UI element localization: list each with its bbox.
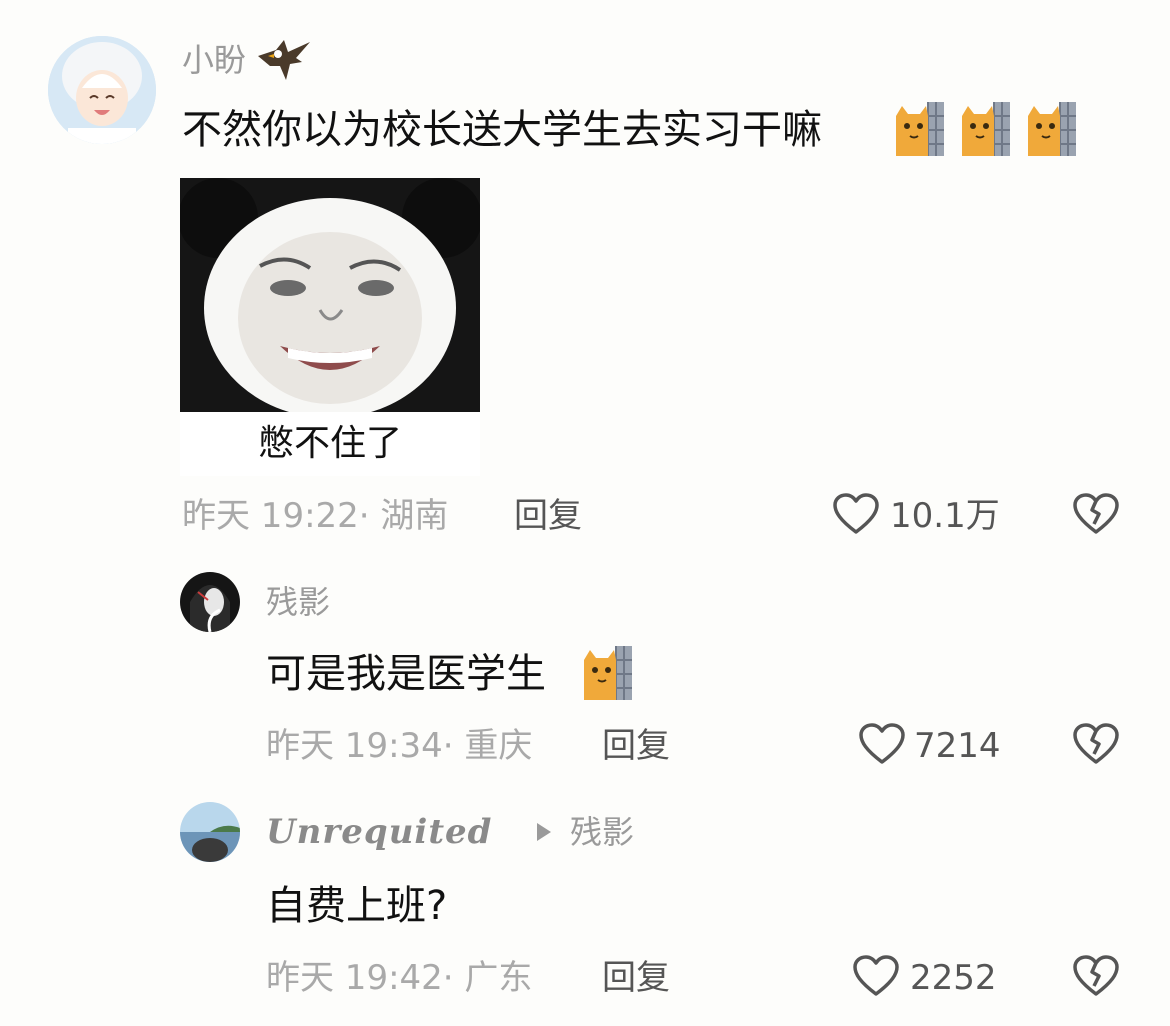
like-count: 10.1万 (890, 496, 1000, 536)
cat-peeking-icon (582, 646, 634, 700)
comment-meta: 昨天 19:34· 重庆 (266, 726, 533, 766)
broken-heart-icon[interactable] (1072, 954, 1120, 998)
like-count: 7214 (914, 726, 1001, 766)
reply-button[interactable]: 回复 (602, 958, 670, 998)
avatar[interactable] (180, 802, 240, 862)
comment-text: 自费上班? (266, 880, 447, 932)
comment-text: 可是我是医学生 (266, 648, 546, 700)
comment-text: 不然你以为校长送大学生去实习干嘛 (182, 104, 822, 156)
avatar[interactable] (48, 36, 156, 144)
username[interactable]: 残影 (266, 582, 330, 622)
reply-arrow-icon (534, 820, 554, 844)
like-count: 2252 (910, 958, 997, 998)
username[interactable]: Unrequited (266, 812, 492, 852)
cat-peeking-icon (894, 102, 946, 156)
heart-icon[interactable] (832, 492, 880, 536)
heart-icon[interactable] (852, 954, 900, 998)
meme-image[interactable]: 憋不住了 (180, 178, 480, 476)
heart-icon[interactable] (858, 722, 906, 766)
comment-text-body: 可是我是医学生 (266, 651, 546, 697)
username[interactable]: 小盼 (182, 40, 246, 80)
comment-text-body: 不然你以为校长送大学生去实习干嘛 (182, 107, 822, 153)
reply-button[interactable]: 回复 (514, 496, 582, 536)
comment-meta: 昨天 19:42· 广东 (266, 958, 533, 998)
comment-meta: 昨天 19:22· 湖南 (182, 496, 449, 536)
cat-peeking-icon (960, 102, 1012, 156)
reply-to-username[interactable]: 残影 (570, 812, 634, 852)
reply-button[interactable]: 回复 (602, 726, 670, 766)
broken-heart-icon[interactable] (1072, 722, 1120, 766)
broken-heart-icon[interactable] (1072, 492, 1120, 536)
eagle-icon (256, 36, 312, 84)
comment-text-body: 自费上班? (266, 883, 448, 929)
cat-peeking-icon (1026, 102, 1078, 156)
avatar[interactable] (180, 572, 240, 632)
meme-caption: 憋不住了 (180, 412, 480, 476)
